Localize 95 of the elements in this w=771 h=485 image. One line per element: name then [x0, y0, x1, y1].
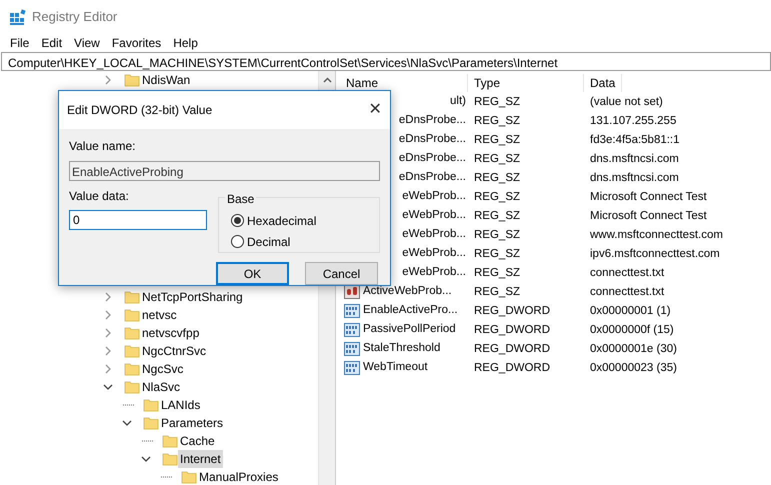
value-data-label: Value data: [69, 188, 130, 205]
value-name-label: Value name: [68, 138, 136, 155]
value-data: Microsoft Connect Test [590, 190, 707, 203]
value-type: REG_SZ [474, 248, 520, 260]
value-data: ipv6.msftconnecttest.com [590, 248, 720, 260]
value-type: REG_SZ [474, 286, 520, 298]
radio-label[interactable]: Decimal [247, 232, 290, 250]
value-type: REG_DWORD [474, 304, 550, 317]
registry-editor-icon [10, 8, 26, 24]
binary-value-icon [344, 322, 360, 338]
folder-icon [124, 307, 140, 323]
value-name[interactable]: eWebProb... [402, 206, 466, 224]
value-type: REG_SZ [474, 152, 520, 165]
column-header[interactable]: Data [584, 74, 622, 92]
menu-item[interactable]: Favorites [106, 34, 168, 52]
value-data: 0x0000001e (30) [590, 342, 677, 355]
binary-value-icon [344, 302, 360, 318]
value-type: REG_SZ [474, 172, 520, 184]
tree-item[interactable]: NetTcpPortSharing [140, 288, 245, 306]
value-data: 0x0000000f (15) [590, 324, 674, 336]
value-name[interactable]: eDnsProbe... [398, 130, 466, 148]
close-button[interactable]: ✕ [360, 101, 390, 119]
value-name[interactable]: eDnsProbe... [398, 150, 466, 168]
value-data: (value not set) [590, 96, 663, 108]
value-type: REG_SZ [474, 134, 520, 146]
value-type: REG_SZ [474, 210, 520, 222]
folder-icon [143, 415, 159, 431]
value-data: connecttest.txt [590, 266, 664, 279]
scroll-up-icon[interactable] [322, 76, 332, 82]
value-data: dns.msftncsi.com [590, 152, 679, 165]
value-name[interactable]: ult) [450, 92, 466, 110]
tree-item[interactable]: NlaSvc [140, 378, 182, 396]
address-bar[interactable]: Computer\HKEY_LOCAL_MACHINE\SYSTEM\CurrentControlSet\Services\NlaSvc\Parameters\Internet [1, 52, 771, 71]
tree-item[interactable]: NgcSvc [140, 360, 186, 378]
tree-item[interactable]: netvscvfpp [140, 324, 202, 342]
dialog-button[interactable]: Cancel [305, 262, 378, 285]
menu-item[interactable]: View [68, 34, 106, 52]
tree-item[interactable]: NdisWan [140, 71, 192, 89]
folder-icon [162, 433, 178, 449]
value-name[interactable]: eDnsProbe... [398, 168, 466, 186]
binary-value-icon [344, 340, 360, 356]
value-name[interactable]: WebTimeout [363, 358, 428, 376]
value-name-field[interactable]: EnableActiveProbing [69, 161, 380, 181]
folder-icon [124, 361, 140, 377]
folder-icon [143, 397, 159, 413]
value-data: 0x00000001 (1) [590, 304, 671, 317]
tree-item[interactable]: Parameters [159, 414, 226, 432]
binary-value-icon [344, 360, 360, 376]
value-name[interactable]: eWebProb... [402, 226, 466, 244]
value-data-field[interactable]: 0 [69, 210, 207, 230]
menu-item[interactable]: Help [167, 34, 204, 52]
tree-item[interactable]: LANIds [159, 396, 202, 414]
folder-icon [124, 343, 140, 359]
value-data: dns.msftncsi.com [590, 172, 679, 184]
radio-label[interactable]: Hexadecimal [247, 212, 316, 230]
menu-item[interactable]: Edit [35, 34, 68, 52]
value-name[interactable]: eWebProb... [402, 244, 466, 262]
value-data: connecttest.txt [590, 286, 664, 298]
value-type: REG_SZ [474, 190, 520, 203]
value-name[interactable]: eWebProb... [402, 264, 466, 282]
value-type: REG_DWORD [474, 324, 550, 336]
tree-item[interactable]: ManualProxies [197, 468, 280, 485]
value-data: 0x00000023 (35) [590, 362, 677, 374]
value-data: Microsoft Connect Test [590, 210, 707, 222]
tree-item[interactable]: Internet [178, 450, 223, 468]
folder-icon [124, 72, 140, 88]
value-name[interactable]: eDnsProbe... [398, 112, 466, 130]
folder-icon [124, 379, 140, 395]
value-name[interactable]: StaleThreshold [363, 340, 440, 358]
dialog-button[interactable]: OK [216, 262, 289, 285]
value-name[interactable]: eWebProb... [402, 188, 466, 206]
radio-button[interactable] [231, 214, 244, 227]
dialog-title: Edit DWORD (32-bit) Value [67, 102, 212, 119]
value-name[interactable]: ActiveWebProb... [363, 282, 452, 300]
value-type: REG_DWORD [474, 342, 550, 355]
value-type: REG_SZ [474, 266, 520, 279]
value-data: fd3e:4f5a:5b81::1 [590, 134, 680, 146]
folder-icon [124, 325, 140, 341]
tree-item[interactable]: NgcCtnrSvc [140, 342, 208, 360]
value-type: REG_SZ [474, 228, 520, 241]
tree-item[interactable]: netvsc [140, 306, 179, 324]
value-name[interactable]: PassivePollPeriod [363, 320, 456, 338]
menu-item[interactable]: File [4, 34, 36, 52]
value-type: REG_DWORD [474, 362, 550, 374]
tree-item[interactable]: Cache [178, 432, 217, 450]
column-header[interactable]: Type [468, 74, 584, 92]
folder-icon [124, 289, 140, 305]
value-data: www.msftconnecttest.com [590, 228, 723, 241]
value-type: REG_SZ [474, 114, 520, 127]
window-title: Registry Editor [32, 8, 118, 26]
value-type: REG_SZ [474, 96, 520, 108]
value-data: 131.107.255.255 [590, 114, 676, 127]
folder-icon [162, 451, 178, 467]
value-name[interactable]: EnableActivePro... [363, 302, 458, 320]
radio-button[interactable] [231, 235, 244, 248]
